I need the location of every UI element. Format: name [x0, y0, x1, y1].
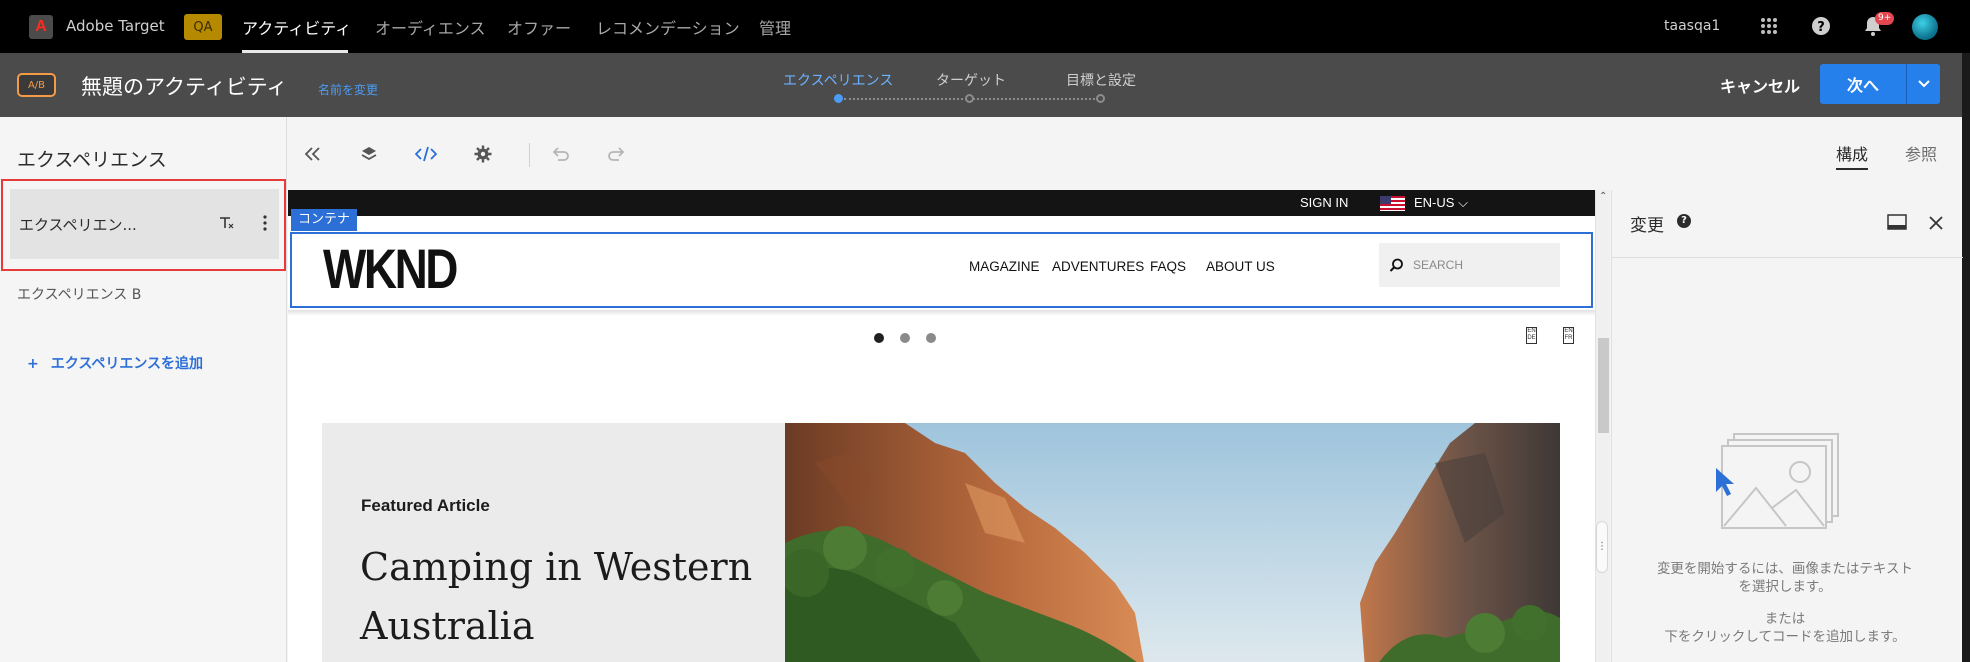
modifications-title: 変更: [1630, 216, 1664, 236]
nav-activities[interactable]: アクティビティ: [242, 15, 351, 39]
scroll-up-arrow-icon[interactable]: ⌃: [1599, 191, 1607, 202]
help-icon[interactable]: ?: [1677, 214, 1691, 228]
top-navigation-bar: A Adobe Target QA アクティビティ オーディエンス オファー レ…: [0, 0, 1970, 53]
scrollbar-thumb[interactable]: [1598, 338, 1609, 433]
site-nav-magazine[interactable]: MAGAZINE: [969, 259, 1040, 274]
activity-title[interactable]: 無題のアクティビティ: [81, 71, 287, 101]
carousel-dot-3[interactable]: [926, 333, 936, 343]
chevron-down-icon: ⌵: [1458, 195, 1468, 210]
step-dot-targeting: [965, 94, 974, 103]
panel-resize-handle[interactable]: ⋮: [1596, 521, 1608, 573]
page-preview-canvas[interactable]: SIGN IN EN-US ⌵ WKND MAGAZINE ADVENTURES…: [288, 190, 1595, 662]
activity-header: A/B 無題のアクティビティ 名前を変更 エクスペリエンス ターゲット 目標と設…: [0, 53, 1962, 117]
language-switch-icon-2[interactable]: EN FR: [1563, 327, 1574, 344]
environment-badge[interactable]: QA: [184, 14, 222, 40]
add-experience-button[interactable]: + エクスペリエンスを追加: [27, 353, 203, 373]
settings-gear-icon[interactable]: [472, 143, 494, 165]
cancel-button[interactable]: キャンセル: [1720, 73, 1800, 97]
experience-a-selection[interactable]: エクスペリエン...: [1, 179, 286, 271]
sign-in-link[interactable]: SIGN IN: [1300, 195, 1348, 210]
next-button[interactable]: 次へ: [1820, 64, 1940, 104]
site-nav-faqs[interactable]: FAQS: [1150, 259, 1186, 274]
empty-state-or-text: または 下をクリックしてコードを追加します。: [1655, 610, 1915, 646]
window-edge: [1962, 53, 1970, 662]
help-icon[interactable]: ?: [1810, 15, 1832, 37]
adobe-logo-icon[interactable]: A: [29, 15, 53, 39]
close-icon[interactable]: [1929, 215, 1943, 234]
locale-selector[interactable]: EN-US ⌵: [1414, 195, 1468, 211]
text-format-icon[interactable]: [218, 215, 236, 235]
empty-state-illustration: [1714, 428, 1854, 542]
modifications-panel: 変更 ? 変更を開始するには、画像またはテキストを選択します。 または 下をクリ…: [1611, 190, 1963, 662]
redo-icon[interactable]: [606, 143, 628, 165]
search-placeholder: SEARCH: [1413, 258, 1464, 272]
step-goals-settings[interactable]: 目標と設定: [1066, 70, 1136, 90]
site-search-input[interactable]: SEARCH: [1379, 243, 1560, 287]
experiences-panel: エクスペリエンス エクスペリエン... エクスペリエンス B + エクスペリエンス…: [0, 117, 287, 662]
svg-text:?: ?: [1817, 20, 1825, 35]
add-experience-label: エクスペリエンスを追加: [50, 356, 204, 372]
app-grid-icon[interactable]: [1758, 15, 1780, 37]
plus-icon: +: [27, 356, 39, 372]
code-editor-icon[interactable]: [415, 143, 437, 165]
app-name[interactable]: Adobe Target: [66, 17, 165, 35]
activity-type-badge: A/B: [17, 73, 56, 97]
chevron-down-icon[interactable]: [1907, 80, 1940, 88]
step-targeting[interactable]: ターゲット: [936, 70, 1006, 90]
experience-a-row[interactable]: エクスペリエン...: [10, 189, 279, 259]
us-flag-icon: [1380, 196, 1405, 211]
collapse-panel-icon[interactable]: [301, 143, 323, 165]
search-icon: [1389, 258, 1404, 277]
featured-article-card[interactable]: Featured Article Camping in Western Aust…: [322, 423, 785, 662]
selected-container-header[interactable]: WKND MAGAZINE ADVENTURES FAQS ABOUT US S…: [290, 232, 1593, 308]
add-code-hint: 下をクリックしてコードを追加します。: [1664, 629, 1906, 645]
tab-compose[interactable]: 構成: [1836, 141, 1869, 170]
notification-count-badge: 9+: [1875, 12, 1895, 25]
wknd-logo[interactable]: WKND: [323, 237, 458, 301]
carousel-dot-1[interactable]: [874, 333, 884, 343]
step-experiences[interactable]: エクスペリエンス: [783, 70, 893, 90]
featured-article-label: Featured Article: [361, 496, 490, 515]
empty-state-text: 変更を開始するには、画像またはテキストを選択します。: [1656, 561, 1914, 595]
container-tag: コンテナ: [291, 209, 358, 231]
experience-b-label[interactable]: エクスペリエンス B: [17, 284, 141, 304]
site-utility-bar: SIGN IN EN-US ⌵: [288, 190, 1595, 216]
user-name[interactable]: taasqa1: [1664, 18, 1720, 34]
nav-recommendations[interactable]: レコメンデーション: [596, 15, 740, 39]
nav-audiences[interactable]: オーディエンス: [375, 15, 486, 39]
step-dot-goals: [1096, 94, 1105, 103]
layers-icon[interactable]: [358, 143, 380, 165]
rename-link[interactable]: 名前を変更: [318, 81, 378, 98]
next-button-label: 次へ: [1846, 76, 1879, 95]
nav-administration[interactable]: 管理: [759, 15, 791, 39]
site-nav-about-us[interactable]: ABOUT US: [1206, 259, 1275, 274]
more-options-icon[interactable]: [262, 214, 268, 236]
dock-panel-icon[interactable]: [1887, 214, 1907, 234]
editor-toolbar: 構成 参照: [288, 117, 1962, 190]
carousel-dot-2[interactable]: [900, 333, 910, 343]
tab-browse[interactable]: 参照: [1905, 141, 1937, 165]
user-avatar[interactable]: [1912, 14, 1938, 40]
site-nav-adventures[interactable]: ADVENTURES: [1052, 259, 1144, 274]
step-dot-experiences: [834, 94, 843, 103]
undo-icon[interactable]: [549, 143, 571, 165]
nav-offers[interactable]: オファー: [507, 15, 571, 39]
language-switch-icon[interactable]: EN DE: [1526, 327, 1537, 344]
experience-a-label: エクスペリエン...: [19, 216, 137, 234]
experiences-panel-title: エクスペリエンス: [17, 149, 167, 171]
featured-article-image[interactable]: [785, 423, 1560, 662]
canvas-scrollbar[interactable]: ⌃: [1595, 190, 1610, 662]
locale-label: EN-US: [1414, 195, 1455, 210]
featured-article-title[interactable]: Camping in Western Australia: [360, 538, 780, 656]
or-label: または: [1764, 611, 1806, 627]
